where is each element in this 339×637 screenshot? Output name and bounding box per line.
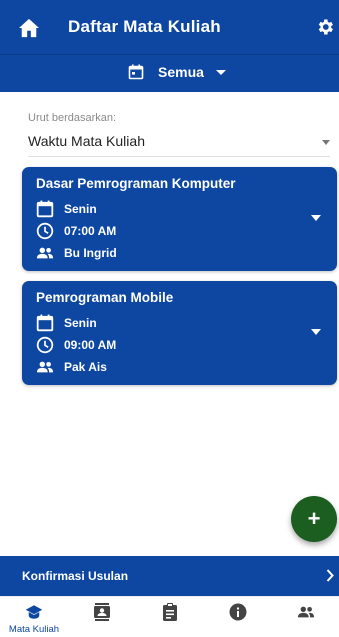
nav-item-people[interactable]: [272, 597, 339, 637]
dropdown-caret-icon: [215, 69, 226, 75]
clock-icon: [36, 336, 54, 354]
expand-icon[interactable]: [311, 215, 321, 221]
course-lecturer: Pak Ais: [64, 360, 107, 374]
home-icon[interactable]: [18, 18, 40, 38]
sort-value: Waktu Mata Kuliah: [28, 133, 145, 149]
nav-item-assignment[interactable]: [136, 597, 204, 637]
nav-item-info[interactable]: [204, 597, 272, 637]
course-title: Dasar Pemrograman Komputer: [36, 176, 236, 191]
calendar-icon: [36, 314, 54, 332]
page-title: Daftar Mata Kuliah: [68, 17, 221, 36]
people-icon: [36, 361, 54, 373]
calendar-icon: [128, 64, 144, 80]
course-day-row: Senin: [36, 314, 97, 332]
people-icon: [36, 247, 54, 259]
course-time-row: 09:00 AM: [36, 336, 116, 354]
app-bar-divider: [0, 54, 339, 55]
nav-item-contacts[interactable]: [68, 597, 136, 637]
school-icon: [25, 605, 43, 619]
expand-icon[interactable]: [311, 329, 321, 335]
semester-filter-dropdown[interactable]: Semua: [128, 62, 226, 82]
course-card[interactable]: Pemrograman Mobile Senin 09:00 AM Pak Ai…: [22, 281, 337, 385]
people-icon: [297, 606, 315, 618]
course-title: Pemrograman Mobile: [36, 290, 174, 305]
info-icon: [229, 603, 247, 621]
course-day: Senin: [64, 316, 97, 330]
course-lecturer-row: Bu Ingrid: [36, 244, 117, 262]
confirm-proposal-label: Konfirmasi Usulan: [22, 569, 129, 583]
course-day: Senin: [64, 202, 97, 216]
course-lecturer: Bu Ingrid: [64, 246, 117, 260]
app-bar-row: Daftar Mata Kuliah: [0, 0, 339, 54]
gear-icon[interactable]: [315, 17, 335, 37]
course-time: 07:00 AM: [64, 224, 117, 238]
clock-icon: [36, 222, 54, 240]
course-day-row: Senin: [36, 200, 97, 218]
confirm-proposal-bar[interactable]: Konfirmasi Usulan: [0, 556, 339, 596]
calendar-icon: [36, 200, 54, 218]
sort-label: Urut berdasarkan:: [28, 112, 117, 124]
chevron-right-icon: [326, 569, 334, 582]
sort-caret-icon: [322, 140, 330, 145]
app-bar: Daftar Mata Kuliah Semua: [0, 0, 339, 92]
clipboard-icon: [163, 603, 177, 621]
plus-icon: +: [307, 506, 321, 531]
nav-item-mata-kuliah[interactable]: Mata Kuliah: [0, 597, 68, 637]
bottom-navigation: Mata Kuliah: [0, 596, 339, 637]
sort-select[interactable]: Waktu Mata Kuliah: [28, 133, 330, 155]
contacts-icon: [94, 603, 110, 621]
nav-label-mata-kuliah: Mata Kuliah: [8, 624, 60, 635]
course-time: 09:00 AM: [64, 338, 117, 352]
course-lecturer-row: Pak Ais: [36, 358, 107, 376]
sort-underline: [28, 156, 330, 157]
filter-label: Semua: [158, 64, 204, 80]
course-time-row: 07:00 AM: [36, 222, 116, 240]
add-course-button[interactable]: +: [291, 496, 337, 542]
course-card[interactable]: Dasar Pemrograman Komputer Senin 07:00 A…: [22, 167, 337, 271]
